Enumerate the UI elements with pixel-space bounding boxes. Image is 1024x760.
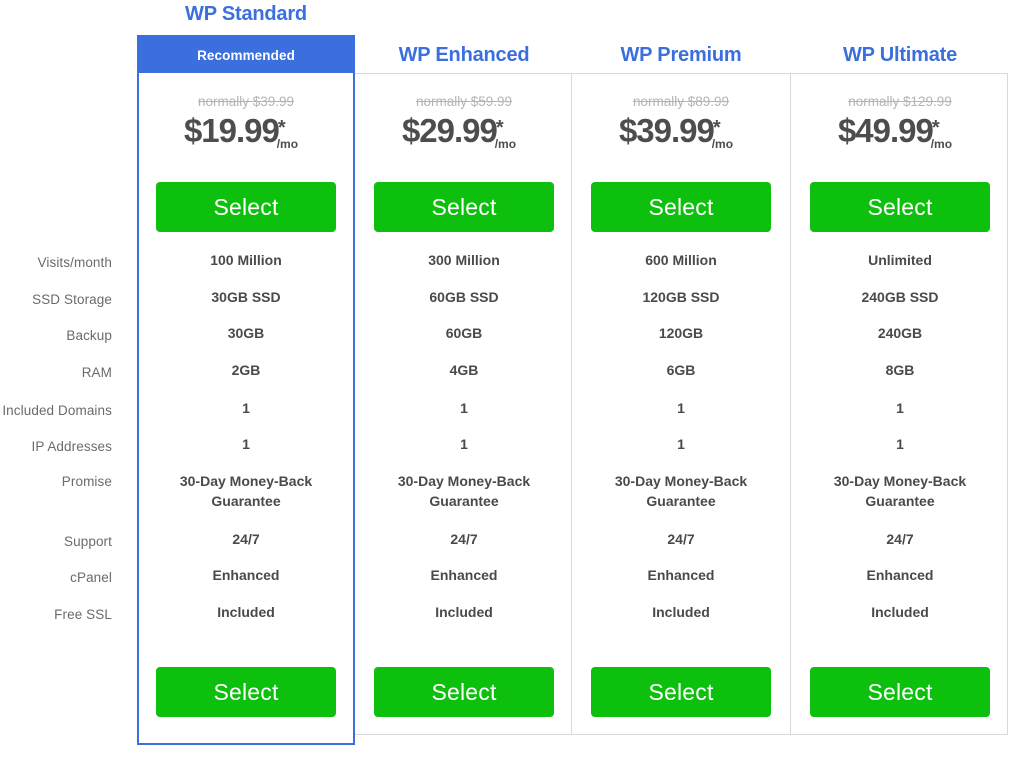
plan-value-wp-premium-visits-month: 600 Million <box>645 252 717 268</box>
price-line-wp-enhanced: $29.99*/mo <box>355 112 573 150</box>
plan-value-wp-standard-promise: 30-Day Money-Back Guarantee <box>179 473 313 510</box>
normally-price-value: $59.99 <box>470 94 513 109</box>
plan-value-wp-premium-cpanel: Enhanced <box>647 567 715 583</box>
normally-price-wp-premium: normally $89.99 <box>572 94 790 109</box>
normally-prefix: normally <box>197 94 253 109</box>
plan-value-wp-standard-visits-month: 100 Million <box>210 252 282 268</box>
plan-value-wp-ultimate-ip-addresses: 1 <box>896 436 904 452</box>
plan-value-wp-ultimate-promise: 30-Day Money-Back Guarantee <box>833 473 967 510</box>
pricing-table: Visits/month SSD Storage Backup RAM Included… <box>0 0 1024 760</box>
plan-value-wp-ultimate-ssd-storage: 240GB SSD <box>861 289 939 305</box>
plan-value-wp-enhanced-cpanel: Enhanced <box>430 567 498 583</box>
plan-value-wp-standard-included-domains: 1 <box>242 400 250 416</box>
normally-price-wp-enhanced: normally $59.99 <box>355 94 573 109</box>
plan-column-wp-premium: normally $89.99 $39.99*/mo Select Select 600… <box>572 0 790 760</box>
plan-column-wp-ultimate: normally $129.99 $49.99*/mo Select Select Un… <box>791 0 1009 760</box>
feature-label-ip-addresses: IP Addresses <box>31 439 112 454</box>
feature-label-ssd-storage: SSD Storage <box>32 292 112 307</box>
price-period: /mo <box>711 137 734 151</box>
normally-price-value: $39.99 <box>252 94 295 109</box>
price-line-wp-standard: $19.99*/mo <box>137 112 355 150</box>
select-button-wp-standard-bottom[interactable]: Select <box>156 667 336 717</box>
plan-value-wp-ultimate-visits-month: Unlimited <box>868 252 932 268</box>
price-asterisk: * <box>495 116 504 139</box>
feature-label-included-domains: Included Domains <box>2 403 112 418</box>
plan-value-wp-premium-backup: 120GB <box>658 325 704 341</box>
price-amount: $39.99 <box>618 112 715 149</box>
plan-value-wp-premium-free-ssl: Included <box>652 604 710 620</box>
plan-value-wp-enhanced-backup: 60GB <box>445 325 483 341</box>
normally-prefix: normally <box>632 94 688 109</box>
plan-value-wp-enhanced-ssd-storage: 60GB SSD <box>429 289 499 305</box>
plan-value-wp-standard-free-ssl: Included <box>217 604 275 620</box>
plan-value-wp-enhanced-included-domains: 1 <box>460 400 468 416</box>
plan-value-wp-premium-ram: 6GB <box>666 362 696 378</box>
plan-value-wp-ultimate-included-domains: 1 <box>896 400 904 416</box>
select-button-wp-enhanced-top[interactable]: Select <box>374 182 554 232</box>
price-asterisk: * <box>277 116 286 139</box>
feature-label-visits-month: Visits/month <box>37 255 112 270</box>
plan-value-wp-premium-support: 24/7 <box>667 531 695 547</box>
plan-value-wp-enhanced-promise: 30-Day Money-Back Guarantee <box>397 473 531 510</box>
price-period: /mo <box>930 137 953 151</box>
select-button-wp-premium-top[interactable]: Select <box>591 182 771 232</box>
plan-value-wp-standard-cpanel: Enhanced <box>212 567 280 583</box>
feature-label-backup: Backup <box>66 328 112 343</box>
plan-value-wp-standard-ssd-storage: 30GB SSD <box>211 289 281 305</box>
normally-price-wp-ultimate: normally $129.99 <box>791 94 1009 109</box>
price-period: /mo <box>494 137 517 151</box>
price-asterisk: * <box>931 116 940 139</box>
plan-value-wp-ultimate-ram: 8GB <box>885 362 915 378</box>
plan-value-wp-standard-support: 24/7 <box>232 531 260 547</box>
plan-value-wp-enhanced-support: 24/7 <box>450 531 478 547</box>
plan-value-wp-ultimate-backup: 240GB <box>877 325 923 341</box>
normally-prefix: normally <box>415 94 471 109</box>
price-asterisk: * <box>712 116 721 139</box>
feature-label-cpanel: cPanel <box>70 570 112 585</box>
plan-value-wp-premium-included-domains: 1 <box>677 400 685 416</box>
plan-value-wp-ultimate-free-ssl: Included <box>871 604 929 620</box>
select-button-wp-ultimate-bottom[interactable]: Select <box>810 667 990 717</box>
feature-label-promise: Promise <box>61 474 112 489</box>
price-amount: $29.99 <box>401 112 498 149</box>
plan-column-wp-enhanced: normally $59.99 $29.99*/mo Select Select 300… <box>355 0 573 760</box>
plan-value-wp-enhanced-free-ssl: Included <box>435 604 493 620</box>
price-amount: $19.99 <box>183 112 280 149</box>
plan-value-wp-enhanced-ip-addresses: 1 <box>460 436 468 452</box>
plan-value-wp-standard-backup: 30GB <box>227 325 265 341</box>
feature-label-support: Support <box>64 534 112 549</box>
normally-price-value: $129.99 <box>902 94 952 109</box>
plan-value-wp-standard-ip-addresses: 1 <box>242 436 250 452</box>
price-line-wp-ultimate: $49.99*/mo <box>791 112 1009 150</box>
select-button-wp-premium-bottom[interactable]: Select <box>591 667 771 717</box>
plan-value-wp-ultimate-cpanel: Enhanced <box>866 567 934 583</box>
plan-value-wp-enhanced-visits-month: 300 Million <box>428 252 500 268</box>
feature-label-free-ssl: Free SSL <box>54 607 112 622</box>
plan-column-wp-standard: normally $39.99 $19.99*/mo Select Select 100… <box>137 0 355 760</box>
plan-value-wp-standard-ram: 2GB <box>231 362 261 378</box>
select-button-wp-ultimate-top[interactable]: Select <box>810 182 990 232</box>
plan-value-wp-enhanced-ram: 4GB <box>449 362 479 378</box>
plan-value-wp-premium-ssd-storage: 120GB SSD <box>642 289 720 305</box>
select-button-wp-enhanced-bottom[interactable]: Select <box>374 667 554 717</box>
select-button-wp-standard-top[interactable]: Select <box>156 182 336 232</box>
feature-label-ram: RAM <box>81 365 112 380</box>
plan-value-wp-premium-ip-addresses: 1 <box>677 436 685 452</box>
price-line-wp-premium: $39.99*/mo <box>572 112 790 150</box>
price-amount: $49.99 <box>837 112 934 149</box>
price-period: /mo <box>276 137 299 151</box>
normally-prefix: normally <box>848 94 903 109</box>
normally-price-value: $89.99 <box>687 94 730 109</box>
normally-price-wp-standard: normally $39.99 <box>137 94 355 109</box>
plan-value-wp-premium-promise: 30-Day Money-Back Guarantee <box>614 473 748 510</box>
plan-value-wp-ultimate-support: 24/7 <box>886 531 914 547</box>
